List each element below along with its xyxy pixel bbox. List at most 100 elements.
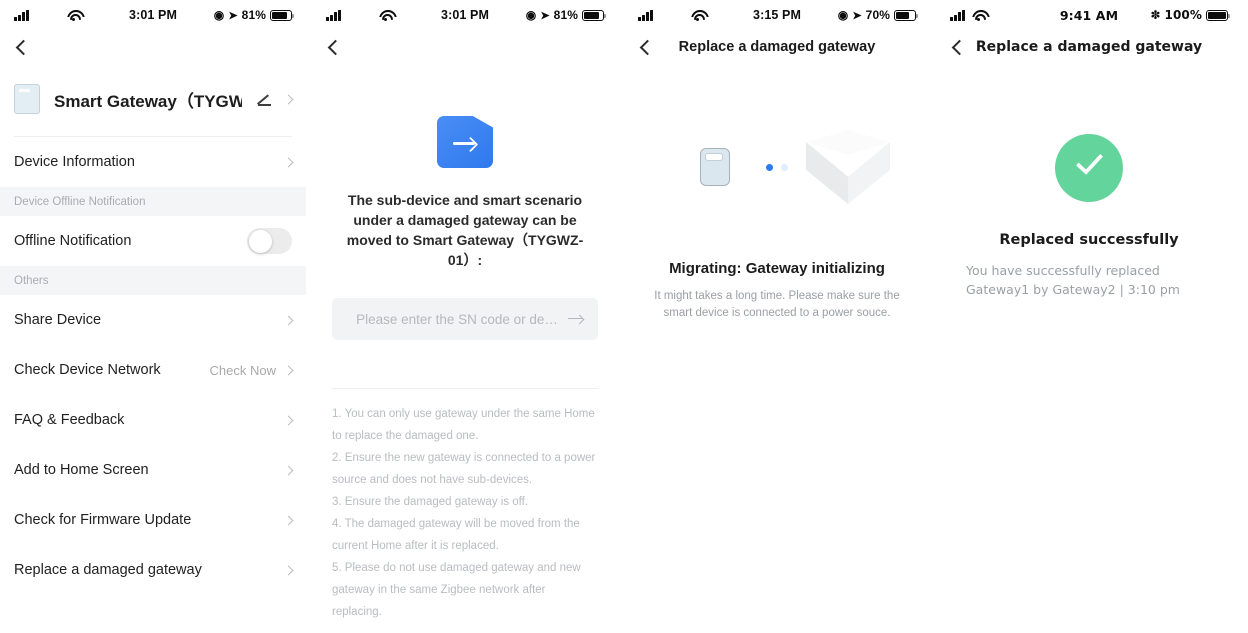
wifi-icon <box>67 10 81 21</box>
tip-item: 2. Ensure the new gateway is connected t… <box>332 452 596 486</box>
success-subtitle: You have successfully replaced Gateway1 … <box>966 263 1180 297</box>
row-check-device-network[interactable]: Check Device Network Check Now <box>0 345 306 395</box>
wifi-icon <box>691 10 705 21</box>
chevron-right-icon <box>283 565 294 575</box>
panel-migrating: 3:15 PM ◉ ➤ 70% Replace a damaged gatewa… <box>624 0 930 633</box>
screenshot-stage: 3:01 PM ◉ ➤ 81% Smart Gateway（TYGWZ… Dev… <box>0 0 1248 633</box>
row-value: Check Now <box>209 362 276 378</box>
battery-icon <box>270 9 295 21</box>
battery-percent: 100% <box>1164 8 1202 22</box>
location-arrow-icon: ➤ <box>228 9 238 22</box>
back-button[interactable] <box>951 39 968 55</box>
device-header[interactable]: Smart Gateway（TYGWZ… <box>0 64 306 136</box>
toggle-knob <box>248 229 272 253</box>
dot-inactive <box>781 164 788 171</box>
row-device-information[interactable]: Device Information <box>0 137 306 187</box>
status-bar: 3:01 PM ◉ ➤ 81% <box>312 0 618 30</box>
status-left-icons <box>326 9 393 21</box>
signal-bars-icon <box>326 9 341 21</box>
gateway-thumbnail-icon <box>14 84 40 114</box>
row-label: Check for Firmware Update <box>14 512 192 528</box>
status-left-icons <box>638 9 705 21</box>
arrow-right-icon <box>453 136 477 150</box>
row-label: Replace a damaged gateway <box>14 562 202 578</box>
transfer-dots-icon <box>766 164 788 171</box>
row-label: Check Device Network <box>14 362 161 378</box>
status-right-icons: ◉ ➤ 81% <box>214 8 295 22</box>
chevron-right-icon <box>283 415 294 425</box>
new-gateway-cube-icon <box>806 130 890 208</box>
section-header-label: Device Offline Notification <box>14 195 146 208</box>
instruction-heading: The sub-device and smart scenario under … <box>346 192 584 268</box>
status-right-icons: ✽ 100% <box>1150 8 1231 22</box>
battery-icon <box>582 9 607 21</box>
chevron-right-icon <box>283 157 294 167</box>
tip-item: 1. You can only use gateway under the sa… <box>332 408 595 442</box>
row-check-firmware-update[interactable]: Check for Firmware Update <box>0 495 306 545</box>
sn-code-input[interactable]: Please enter the SN code or de… <box>332 298 598 340</box>
device-name: Smart Gateway（TYGWZ… <box>54 91 242 111</box>
location-arrow-icon: ➤ <box>852 9 862 22</box>
row-replace-damaged-gateway[interactable]: Replace a damaged gateway <box>0 545 306 595</box>
chevron-right-icon <box>283 515 294 525</box>
panel-enter-sn: 3:01 PM ◉ ➤ 81% The sub-device and smart… <box>312 0 618 633</box>
row-label: Offline Notification <box>14 233 132 249</box>
row-add-to-home-screen[interactable]: Add to Home Screen <box>0 445 306 495</box>
status-bar: 9:41 AM ✽ 100% <box>936 0 1242 30</box>
chevron-right-icon <box>283 94 294 104</box>
battery-icon <box>1206 9 1231 21</box>
signal-bars-icon <box>638 9 653 21</box>
back-button[interactable] <box>639 39 656 55</box>
divider <box>332 388 598 389</box>
status-left-icons <box>14 9 81 21</box>
row-label: Share Device <box>14 312 102 328</box>
chevron-right-icon <box>283 465 294 475</box>
back-button[interactable] <box>327 39 344 55</box>
panel-device-settings: 3:01 PM ◉ ➤ 81% Smart Gateway（TYGWZ… Dev… <box>0 0 306 633</box>
row-share-device[interactable]: Share Device <box>0 295 306 345</box>
battery-percent: 81% <box>241 8 266 22</box>
wifi-icon <box>972 10 986 21</box>
nav-bar: Replace a damaged gateway <box>624 30 930 64</box>
chevron-right-icon <box>283 365 294 375</box>
panel-body: The sub-device and smart scenario under … <box>312 116 618 633</box>
page-title: Replace a damaged gateway <box>678 39 876 55</box>
migration-status-title: Migrating: Gateway initializing <box>669 260 885 277</box>
status-bar: 3:15 PM ◉ ➤ 70% <box>624 0 930 30</box>
offline-notification-toggle[interactable] <box>247 228 292 254</box>
edit-pencil-icon[interactable] <box>258 93 271 106</box>
battery-icon <box>894 9 919 21</box>
section-header-offline-notification: Device Offline Notification <box>0 187 306 216</box>
section-header-label: Others <box>14 274 49 287</box>
status-right-icons: ◉ ➤ 81% <box>525 8 607 22</box>
check-mark <box>1075 147 1104 175</box>
dot-active <box>766 164 773 171</box>
location-arrow-icon: ➤ <box>540 9 550 22</box>
signal-bars-icon <box>14 9 29 21</box>
migration-status-subtitle: It might takes a long time. Please make … <box>654 290 900 319</box>
wifi-icon <box>379 10 393 21</box>
do-not-disturb-icon: ◉ <box>525 8 537 22</box>
success-title: Replaced successfully <box>999 232 1179 248</box>
nav-bar <box>0 30 306 64</box>
migration-illustration <box>624 118 930 238</box>
row-offline-notification[interactable]: Offline Notification <box>0 216 306 266</box>
success-check-icon <box>1055 134 1123 202</box>
panel-replaced-success: 9:41 AM ✽ 100% Replace a damaged gateway… <box>936 0 1242 633</box>
back-button[interactable] <box>15 39 32 55</box>
nav-bar: Replace a damaged gateway <box>936 30 1242 64</box>
chevron-right-icon <box>283 315 294 325</box>
row-label: Device Information <box>14 154 135 170</box>
section-header-others: Others <box>0 266 306 295</box>
sn-input-placeholder: Please enter the SN code or de… <box>356 311 558 327</box>
battery-percent: 81% <box>553 8 578 22</box>
tip-item: 3. Ensure the damaged gateway is off. <box>332 496 529 508</box>
submit-arrow-icon[interactable] <box>568 314 584 324</box>
signal-bars-icon <box>950 9 965 21</box>
status-left-icons <box>950 9 986 21</box>
battery-percent: 70% <box>865 8 890 22</box>
row-faq-feedback[interactable]: FAQ & Feedback <box>0 395 306 445</box>
row-label: FAQ & Feedback <box>14 412 125 428</box>
tips-list: 1. You can only use gateway under the sa… <box>332 403 598 623</box>
tip-item: 5. Please do not use damaged gateway and… <box>332 562 581 618</box>
